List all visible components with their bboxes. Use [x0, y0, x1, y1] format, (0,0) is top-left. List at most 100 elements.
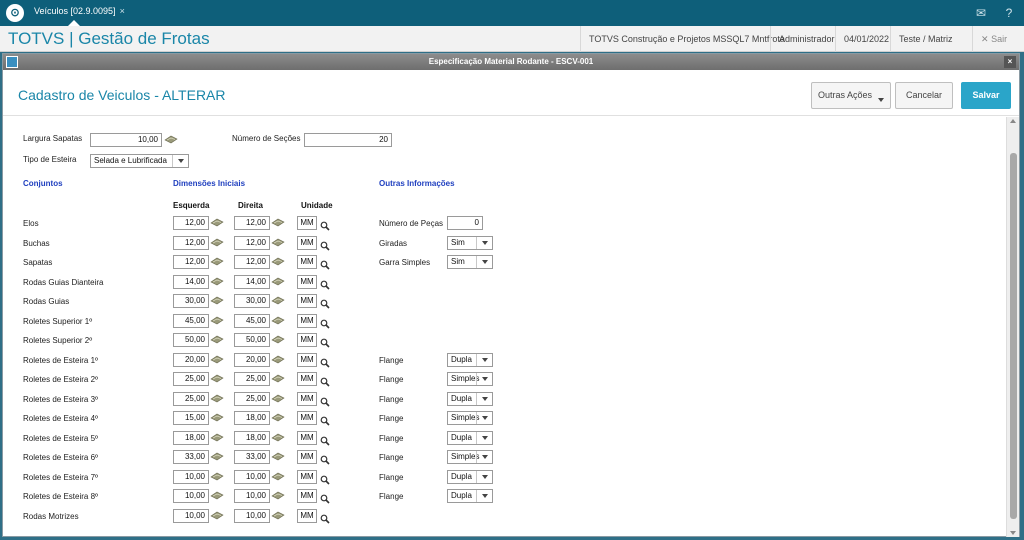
calculator-icon[interactable] — [210, 335, 224, 344]
dialog-close-icon[interactable]: × — [1004, 56, 1016, 68]
search-icon[interactable] — [320, 472, 330, 485]
esquerda-input[interactable]: 25,00 — [173, 391, 209, 406]
unidade-input[interactable]: MM — [297, 508, 317, 523]
search-icon[interactable] — [320, 413, 330, 426]
calculator-icon[interactable] — [210, 511, 224, 520]
direita-input[interactable]: 14,00 — [234, 274, 270, 289]
esquerda-input[interactable]: 30,00 — [173, 294, 209, 308]
search-icon[interactable] — [320, 277, 330, 290]
unidade-input[interactable]: MM — [297, 352, 317, 367]
esquerda-input[interactable]: 12,00 — [173, 255, 209, 269]
search-icon[interactable] — [320, 374, 330, 387]
direita-input[interactable]: 12,00 — [234, 216, 270, 230]
calculator-icon[interactable] — [271, 355, 285, 364]
calculator-icon[interactable] — [210, 491, 224, 500]
calculator-icon[interactable] — [210, 218, 224, 227]
exit-button[interactable]: ✕ Sair — [972, 26, 1015, 52]
direita-input[interactable]: 25,00 — [234, 391, 270, 406]
direita-input[interactable]: 45,00 — [234, 313, 270, 328]
calculator-icon[interactable] — [164, 135, 178, 144]
calculator-icon[interactable] — [271, 296, 285, 305]
calculator-icon[interactable] — [271, 316, 285, 325]
calculator-icon[interactable] — [271, 374, 285, 383]
calculator-icon[interactable] — [210, 394, 224, 403]
other-info-select[interactable]: Dupla — [447, 391, 493, 406]
search-icon[interactable] — [320, 335, 330, 348]
calculator-icon[interactable] — [271, 433, 285, 442]
other-info-select[interactable]: Dupla — [447, 430, 493, 445]
calculator-icon[interactable] — [271, 491, 285, 500]
search-icon[interactable] — [320, 238, 330, 251]
mail-icon[interactable]: ✉ — [972, 4, 990, 22]
search-icon[interactable] — [320, 316, 330, 329]
esquerda-input[interactable]: 25,00 — [173, 372, 209, 386]
calculator-icon[interactable] — [271, 335, 285, 344]
tab-close-icon[interactable]: × — [120, 6, 125, 16]
other-info-select[interactable]: Sim — [447, 235, 493, 250]
calculator-icon[interactable] — [271, 257, 285, 266]
cancel-button[interactable]: Cancelar — [895, 82, 953, 109]
other-info-select[interactable]: Dupla — [447, 352, 493, 367]
esquerda-input[interactable]: 12,00 — [173, 216, 209, 230]
numero-pecas-input[interactable]: 0 — [447, 216, 483, 230]
esquerda-input[interactable]: 14,00 — [173, 274, 209, 289]
calculator-icon[interactable] — [210, 277, 224, 286]
calculator-icon[interactable] — [210, 316, 224, 325]
unidade-input[interactable]: MM — [297, 235, 317, 250]
tab-veiculos[interactable]: Veículos [02.9.0095] × — [28, 0, 131, 26]
direita-input[interactable]: 30,00 — [234, 294, 270, 308]
search-icon[interactable] — [320, 491, 330, 504]
calculator-icon[interactable] — [210, 257, 224, 266]
largura-sapatas-input[interactable]: 10,00 — [90, 133, 162, 147]
search-icon[interactable] — [320, 218, 330, 231]
direita-input[interactable]: 18,00 — [234, 411, 270, 425]
search-icon[interactable] — [320, 511, 330, 524]
unidade-input[interactable]: MM — [297, 411, 317, 425]
esquerda-input[interactable]: 45,00 — [173, 313, 209, 328]
scroll-up-icon[interactable] — [1010, 119, 1016, 123]
esquerda-input[interactable]: 18,00 — [173, 430, 209, 445]
unidade-input[interactable]: MM — [297, 391, 317, 406]
direita-input[interactable]: 10,00 — [234, 469, 270, 484]
calculator-icon[interactable] — [210, 296, 224, 305]
scroll-down-icon[interactable] — [1010, 531, 1016, 535]
company-info[interactable]: TOTVS Construção e Projetos MSSQL7 Mntfr… — [580, 26, 793, 52]
direita-input[interactable]: 50,00 — [234, 333, 270, 347]
search-icon[interactable] — [320, 257, 330, 270]
calculator-icon[interactable] — [210, 374, 224, 383]
calculator-icon[interactable] — [271, 452, 285, 461]
search-icon[interactable] — [320, 452, 330, 465]
calculator-icon[interactable] — [271, 238, 285, 247]
search-icon[interactable] — [320, 433, 330, 446]
unidade-input[interactable]: MM — [297, 489, 317, 503]
other-info-select[interactable]: Sim — [447, 255, 493, 269]
unidade-input[interactable]: MM — [297, 333, 317, 347]
calculator-icon[interactable] — [210, 433, 224, 442]
environment-info[interactable]: Teste / Matriz — [890, 26, 961, 52]
other-info-select[interactable]: Simples — [447, 411, 493, 425]
calculator-icon[interactable] — [210, 452, 224, 461]
other-info-select[interactable]: Simples — [447, 450, 493, 464]
direita-input[interactable]: 10,00 — [234, 489, 270, 503]
esquerda-input[interactable]: 15,00 — [173, 411, 209, 425]
search-icon[interactable] — [320, 355, 330, 368]
calculator-icon[interactable] — [271, 218, 285, 227]
unidade-input[interactable]: MM — [297, 274, 317, 289]
direita-input[interactable]: 33,00 — [234, 450, 270, 464]
other-info-select[interactable]: Dupla — [447, 489, 493, 503]
calculator-icon[interactable] — [210, 413, 224, 422]
calculator-icon[interactable] — [271, 472, 285, 481]
esquerda-input[interactable]: 12,00 — [173, 235, 209, 250]
vertical-scrollbar[interactable] — [1006, 117, 1019, 537]
unidade-input[interactable]: MM — [297, 450, 317, 464]
help-icon[interactable]: ? — [1000, 4, 1018, 22]
calculator-icon[interactable] — [271, 413, 285, 422]
calculator-icon[interactable] — [271, 511, 285, 520]
direita-input[interactable]: 10,00 — [234, 508, 270, 523]
direita-input[interactable]: 12,00 — [234, 255, 270, 269]
calculator-icon[interactable] — [210, 472, 224, 481]
other-info-select[interactable]: Dupla — [447, 469, 493, 484]
esquerda-input[interactable]: 20,00 — [173, 352, 209, 367]
direita-input[interactable]: 18,00 — [234, 430, 270, 445]
save-button[interactable]: Salvar — [961, 82, 1011, 109]
